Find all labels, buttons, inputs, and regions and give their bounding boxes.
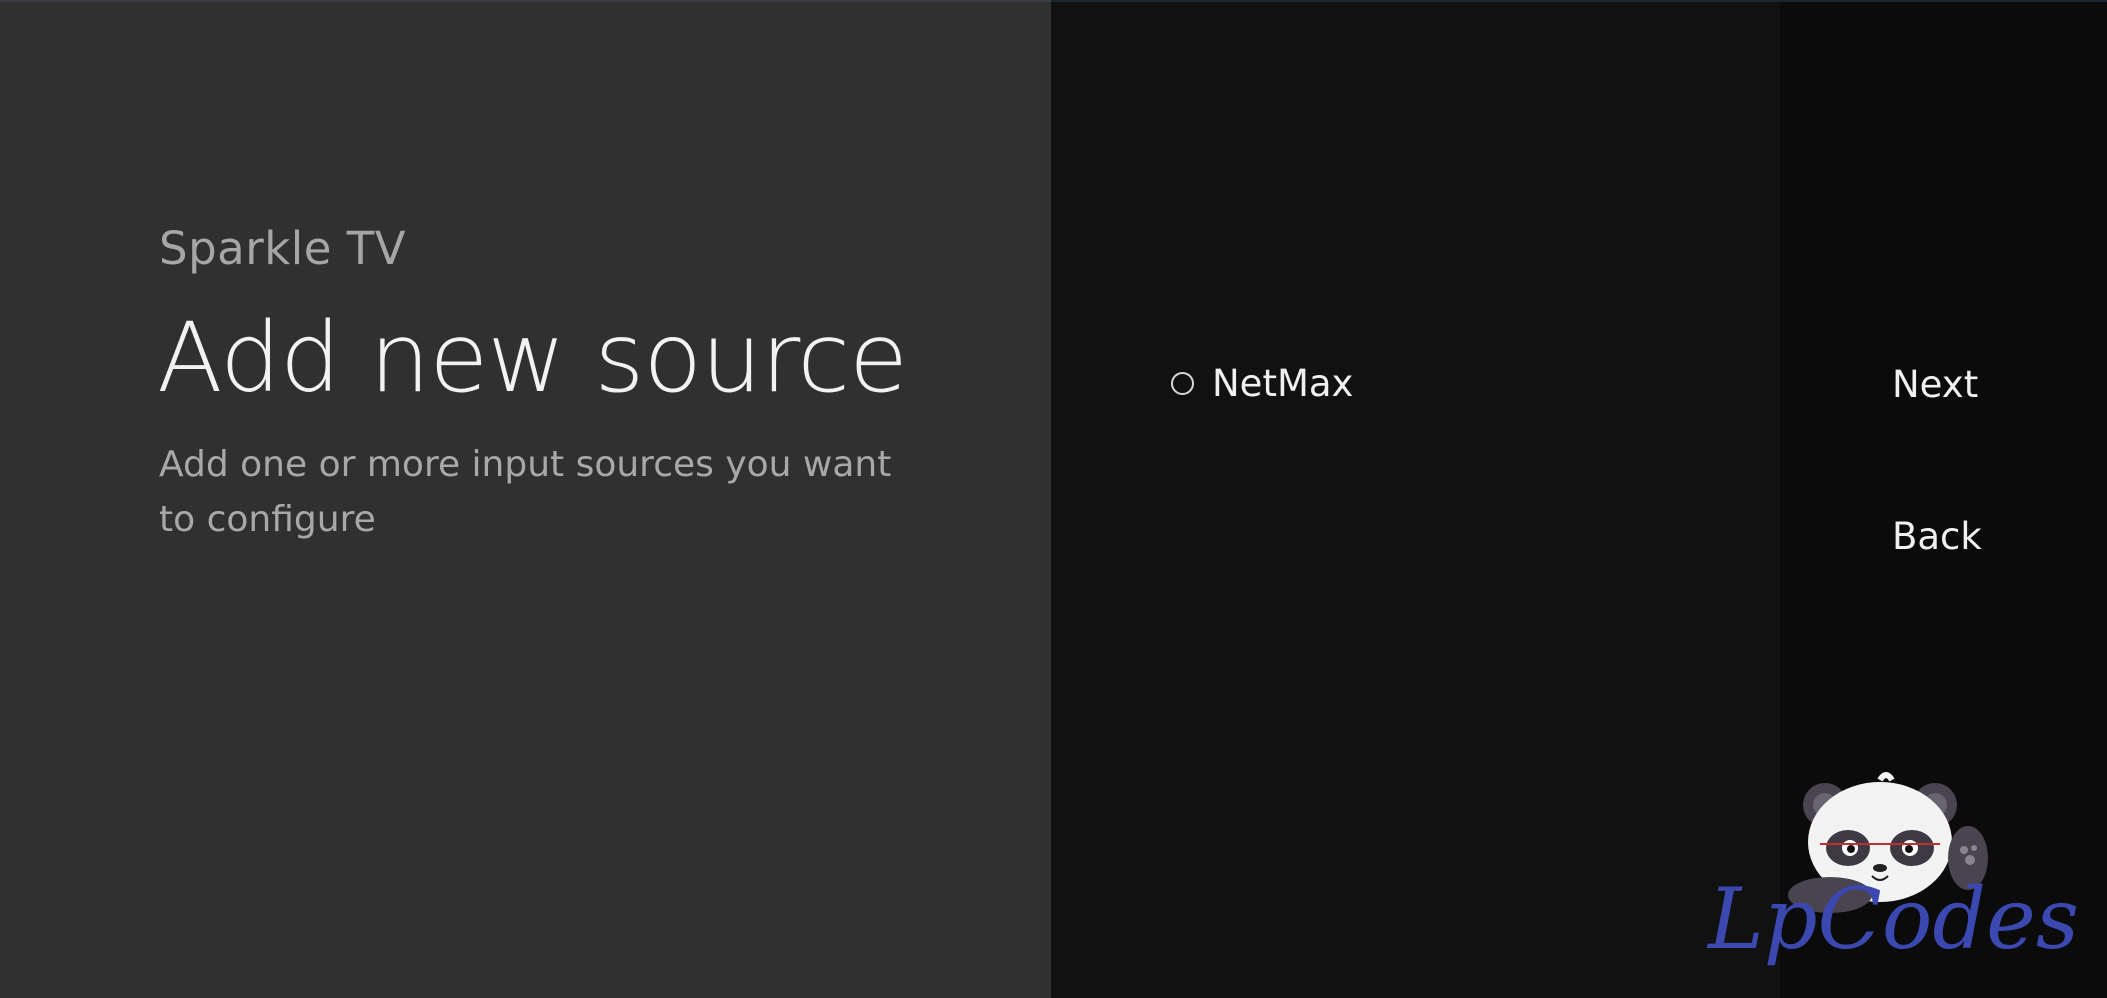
app-brand: Sparkle TV: [159, 222, 407, 275]
radio-unchecked-icon[interactable]: [1171, 372, 1194, 395]
page-title: Add new source: [157, 302, 908, 414]
next-button[interactable]: Next: [1892, 363, 1978, 406]
source-list-panel: NetMax: [1051, 0, 1780, 998]
guidance-panel: Sparkle TV Add new source Add one or mor…: [0, 0, 1051, 998]
back-button[interactable]: Back: [1892, 515, 1982, 558]
watermark-logo: LpCodes: [1700, 770, 2100, 995]
watermark-text: LpCodes: [1708, 870, 2079, 968]
source-option-netmax[interactable]: NetMax: [1171, 362, 1353, 405]
screen: Sparkle TV Add new source Add one or mor…: [0, 0, 2107, 998]
source-option-label: NetMax: [1212, 362, 1354, 405]
page-description: Add one or more input sources you want t…: [159, 444, 892, 540]
